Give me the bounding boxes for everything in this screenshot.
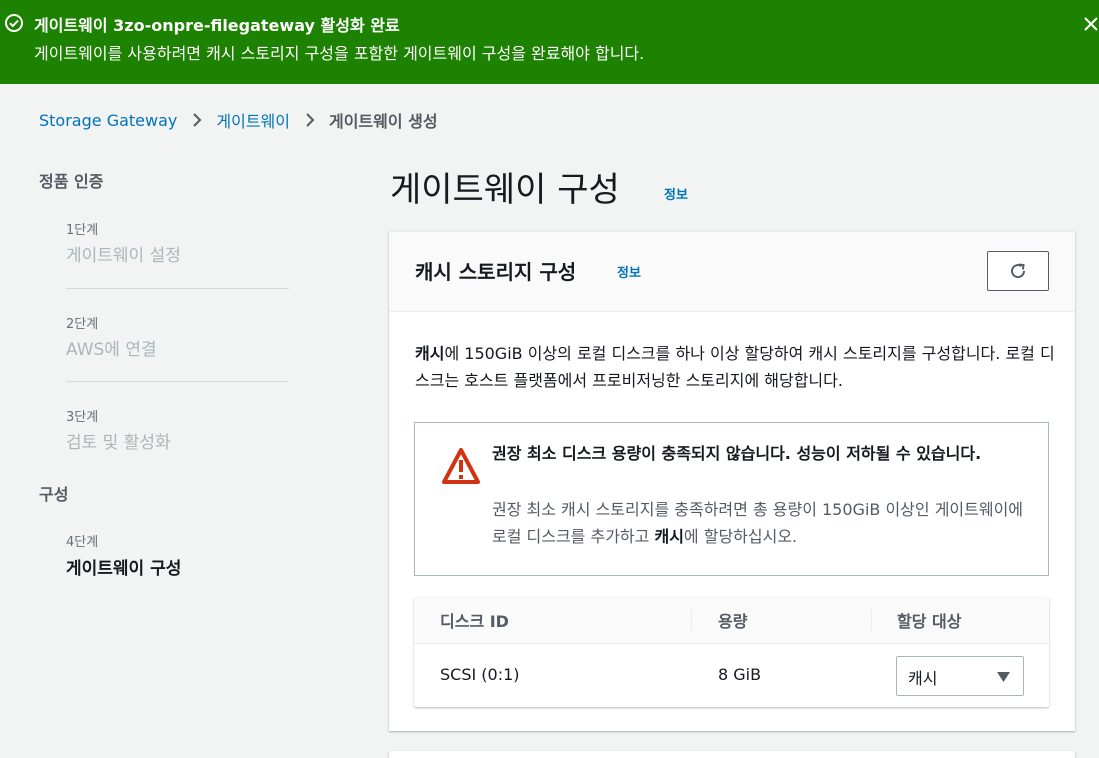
cell-disk-id: SCSI (0:1) [440,665,520,684]
page-info-link[interactable]: 정보 [664,184,688,203]
breadcrumb-gateways[interactable]: 게이트웨이 [216,108,290,132]
cache-term: 캐시 [415,344,445,363]
nav-divider [66,288,289,289]
chevron-right-icon [306,113,315,127]
step-1-title[interactable]: 게이트웨이 설정 [66,241,181,266]
flash-description: 게이트웨이를 사용하려면 캐시 스토리지 구성을 포함한 게이트웨이 구성을 완… [34,44,645,63]
allocation-select-value: 캐시 [908,669,938,688]
warning-icon [442,448,480,484]
alert-body: 권장 최소 캐시 스토리지를 충족하려면 총 용량이 150GiB 이상인 게이… [492,496,1032,550]
caret-down-icon [997,672,1010,682]
cell-capacity: 8 GiB [718,665,762,684]
chevron-right-icon [193,113,202,127]
refresh-icon [1011,263,1026,279]
success-flashbar: 게이트웨이 3zo-onpre-filegateway 활성화 완료 게이트웨이… [0,0,1099,84]
refresh-button[interactable] [987,251,1049,291]
warning-alert: 권장 최소 디스크 용량이 충족되지 않습니다. 성능이 저하될 수 있습니다.… [414,422,1049,576]
step-2-title[interactable]: AWS에 연결 [66,335,157,360]
alert-cache-term: 캐시 [654,527,684,546]
check-circle-icon [5,14,23,32]
allocation-select[interactable]: 캐시 [896,656,1024,696]
page-title: 게이트웨이 구성 [390,170,620,210]
panel-description: 캐시에 150GiB 이상의 로컬 디스크를 하나 이상 할당하여 캐시 스토리… [415,340,1055,394]
flash-title: 게이트웨이 3zo-onpre-filegateway 활성화 완료 [34,16,400,35]
alert-body-text-end: 에 할당하십시오. [683,527,798,546]
panel-title: 캐시 스토리지 구성 [415,260,577,284]
panel-info-link[interactable]: 정보 [617,262,641,281]
step-3-title[interactable]: 검토 및 활성화 [66,428,171,453]
nav-section-activation: 정품 인증 [39,172,104,191]
table-header: 디스크 ID 용량 할당 대상 [414,597,1049,644]
nav-divider [66,381,289,382]
panel-header: 캐시 스토리지 구성 정보 [389,232,1075,312]
column-divider [691,609,692,631]
close-icon[interactable] [1082,15,1099,33]
step-2-label: 2단계 [66,317,99,332]
step-1-label: 1단계 [66,223,99,238]
column-divider [871,609,872,631]
alert-title: 권장 최소 디스크 용량이 충족되지 않습니다. 성능이 저하될 수 있습니다. [492,444,982,463]
cache-storage-panel: 캐시 스토리지 구성 정보 캐시에 150GiB 이상의 로컬 디스크를 하나 … [389,231,1075,731]
column-header-allocation: 할당 대상 [897,612,962,631]
breadcrumb-storage-gateway[interactable]: Storage Gateway [39,111,177,130]
step-4-label: 4단계 [66,535,99,550]
step-4-title: 게이트웨이 구성 [66,559,182,579]
panel-description-text: 에 150GiB 이상의 로컬 디스크를 하나 이상 할당하여 캐시 스토리지를… [415,344,1055,390]
step-3-label: 3단계 [66,410,99,425]
nav-section-configuration: 구성 [39,485,69,504]
column-header-capacity: 용량 [718,612,748,631]
next-panel-edge [389,751,1075,758]
breadcrumb-current: 게이트웨이 생성 [328,112,438,131]
disk-table: 디스크 ID 용량 할당 대상 SCSI (0:1) 8 GiB 캐시 [414,597,1049,707]
breadcrumb: Storage Gateway 게이트웨이 게이트웨이 생성 [39,108,438,132]
column-header-disk-id: 디스크 ID [440,612,509,631]
